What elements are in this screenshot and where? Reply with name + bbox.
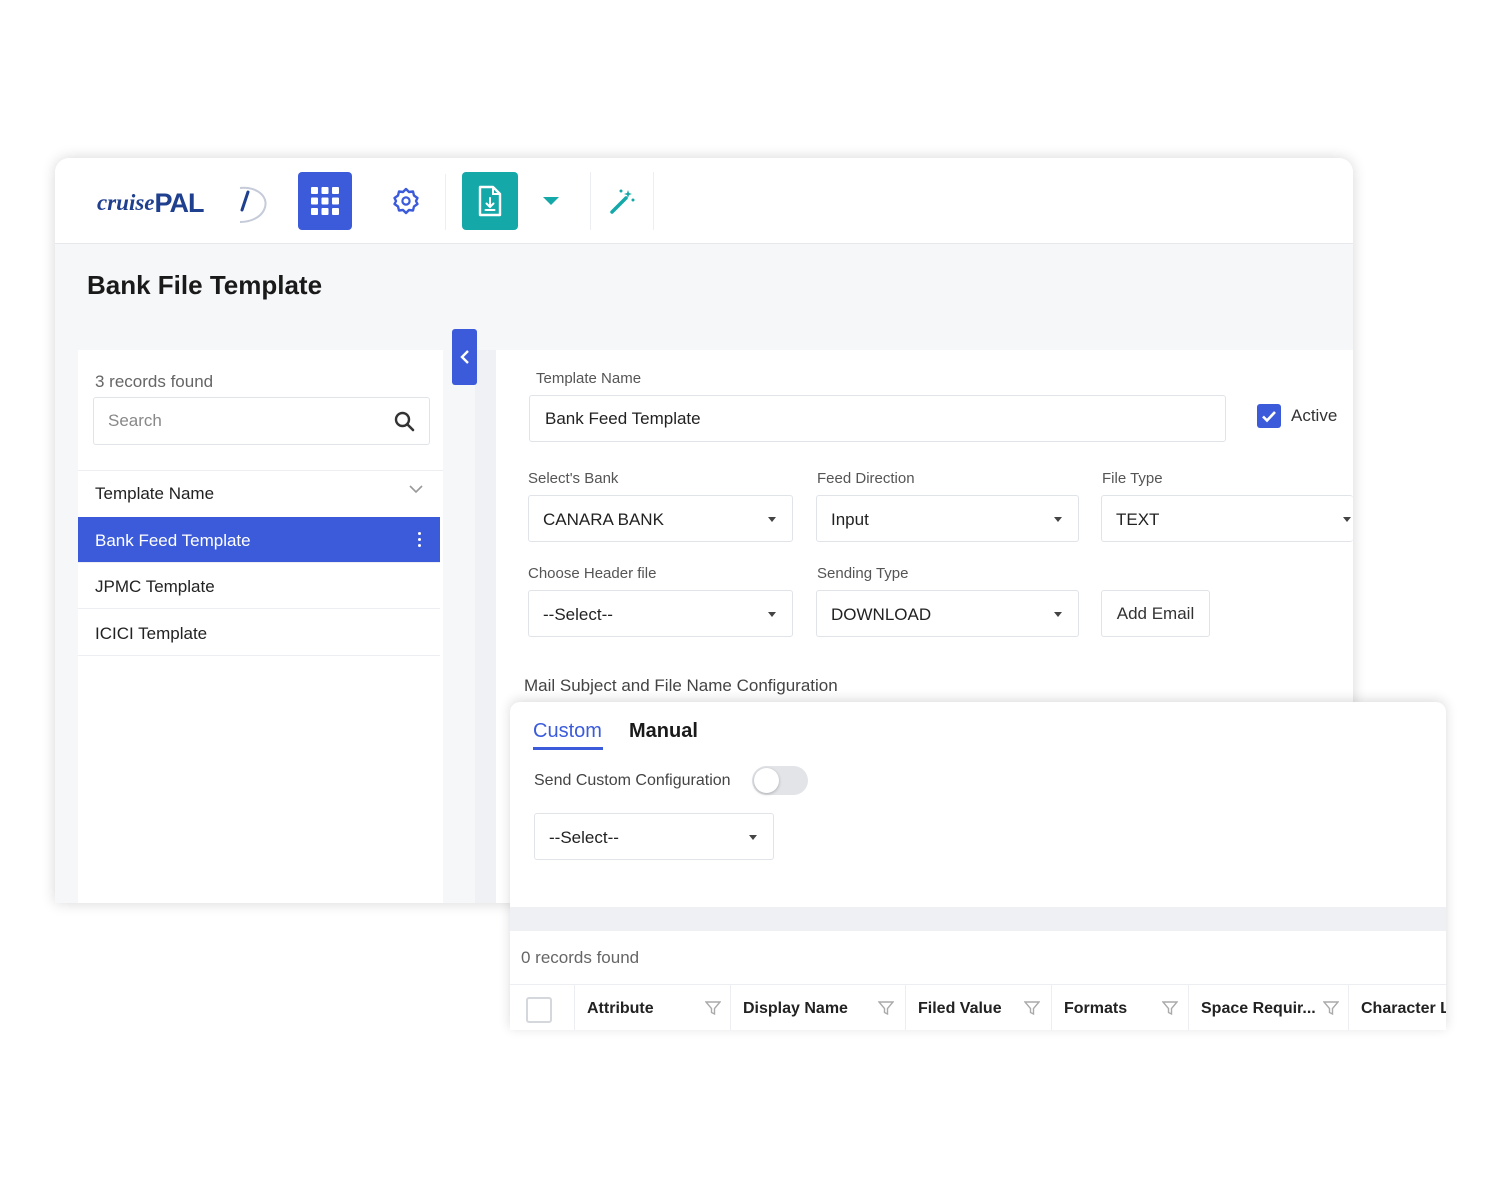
magic-wand-button[interactable]: [590, 172, 654, 230]
template-list-panel: 3 records found Template Name Bank Feed …: [78, 350, 443, 903]
column-label: Attribute: [587, 1000, 654, 1017]
sending-type-label: Sending Type: [817, 565, 909, 582]
column-label: Formats: [1064, 1000, 1128, 1017]
list-item-label: ICICI Template: [95, 624, 208, 643]
column-label: Character L: [1361, 1000, 1446, 1017]
caret-down-icon: [1054, 612, 1062, 617]
filter-icon[interactable]: [878, 1000, 894, 1016]
tab-custom[interactable]: Custom: [533, 720, 602, 743]
header-file-label: Choose Header file: [528, 565, 657, 582]
document-button[interactable]: [462, 172, 518, 230]
column-header-label: Template Name: [95, 484, 215, 503]
list-item-label: Bank Feed Template: [95, 531, 251, 550]
column-header-attribute[interactable]: Attribute: [574, 985, 730, 1030]
column-header-character-length[interactable]: Character L: [1348, 985, 1446, 1030]
toggle-knob: [754, 768, 779, 793]
filter-icon[interactable]: [705, 1000, 721, 1016]
feed-direction-select[interactable]: Input: [816, 495, 1079, 542]
toolbar-divider: [445, 174, 446, 230]
grid-header-row: Attribute Display Name Filed Value Forma…: [510, 984, 1446, 1030]
active-tab-indicator: [533, 747, 603, 750]
feed-direction-label: Feed Direction: [817, 470, 915, 487]
column-header-filed-value[interactable]: Filed Value: [905, 985, 1051, 1030]
chevron-left-icon: [459, 350, 469, 364]
caret-down-icon: [1343, 517, 1351, 522]
apps-grid-icon: [311, 187, 339, 215]
bank-label: Select's Bank: [528, 470, 619, 487]
grid-records-count: 0 records found: [521, 948, 640, 967]
cruisepal-logo[interactable]: cruise PAL: [97, 180, 267, 226]
custom-config-select-value: --Select--: [549, 828, 619, 847]
tab-manual[interactable]: Manual: [629, 720, 698, 743]
column-label: Filed Value: [918, 1000, 1002, 1017]
checkmark-icon: [1262, 410, 1276, 422]
custom-config-select[interactable]: --Select--: [534, 813, 774, 860]
list-item-bank-feed-template[interactable]: Bank Feed Template: [78, 517, 440, 563]
document-dropdown-button[interactable]: [523, 172, 579, 230]
header-file-select[interactable]: --Select--: [528, 590, 793, 637]
caret-down-icon: [768, 517, 776, 522]
section-divider: [510, 907, 1446, 931]
select-all-checkbox[interactable]: [526, 997, 552, 1023]
logo-swoosh-icon: [239, 186, 267, 223]
page-title: Bank File Template: [87, 270, 323, 300]
panel-gutter: [475, 350, 496, 903]
add-email-button[interactable]: Add Email: [1101, 590, 1210, 637]
caret-down-icon: [768, 612, 776, 617]
sending-type-select[interactable]: DOWNLOAD: [816, 590, 1079, 637]
mail-config-label: Mail Subject and File Name Configuration: [524, 676, 838, 695]
template-name-column-header[interactable]: Template Name: [78, 470, 443, 514]
column-label: Display Name: [743, 1000, 848, 1017]
column-label: Space Requir...: [1201, 1000, 1316, 1017]
template-name-label: Template Name: [536, 370, 642, 387]
active-label: Active: [1291, 406, 1338, 425]
caret-down-icon: [1054, 517, 1062, 522]
collapse-panel-button[interactable]: [452, 329, 477, 385]
caret-down-icon: [749, 835, 757, 840]
list-item-icici-template[interactable]: ICICI Template: [78, 610, 440, 656]
header-file-value: --Select--: [543, 605, 613, 624]
search-box: [93, 397, 430, 445]
bank-select[interactable]: CANARA BANK: [528, 495, 793, 542]
feed-direction-value: Input: [831, 510, 869, 529]
filter-icon[interactable]: [1162, 1000, 1178, 1016]
apps-menu-button[interactable]: [298, 172, 352, 230]
sending-type-value: DOWNLOAD: [831, 605, 932, 624]
settings-button[interactable]: [378, 172, 434, 230]
filter-icon[interactable]: [1024, 1000, 1040, 1016]
custom-configuration-card: Custom Manual Send Custom Configuration …: [510, 702, 1446, 1030]
column-header-formats[interactable]: Formats: [1051, 985, 1188, 1030]
search-input[interactable]: [94, 398, 384, 444]
kebab-menu-icon[interactable]: [418, 530, 422, 550]
list-item-label: JPMC Template: [95, 577, 215, 596]
file-type-select[interactable]: TEXT: [1101, 495, 1353, 542]
filter-icon[interactable]: [1323, 1000, 1339, 1016]
file-type-value: TEXT: [1116, 510, 1160, 529]
list-item-jpmc-template[interactable]: JPMC Template: [78, 563, 440, 609]
search-icon[interactable]: [394, 411, 415, 432]
template-name-input[interactable]: Bank Feed Template: [529, 395, 1226, 442]
send-custom-config-label: Send Custom Configuration: [534, 772, 731, 789]
records-count: 3 records found: [95, 372, 214, 391]
active-checkbox[interactable]: [1257, 404, 1281, 428]
chevron-down-icon[interactable]: [409, 485, 423, 494]
gear-icon: [393, 187, 419, 215]
caret-down-icon: [543, 197, 559, 205]
file-type-label: File Type: [1102, 470, 1163, 487]
magic-wand-icon: [610, 189, 635, 214]
document-icon: [478, 185, 502, 217]
column-header-display-name[interactable]: Display Name: [730, 985, 905, 1030]
bank-select-value: CANARA BANK: [543, 510, 664, 529]
top-toolbar: cruise PAL: [55, 158, 1353, 244]
send-custom-config-toggle[interactable]: [752, 766, 808, 795]
column-header-space-required[interactable]: Space Requir...: [1188, 985, 1348, 1030]
